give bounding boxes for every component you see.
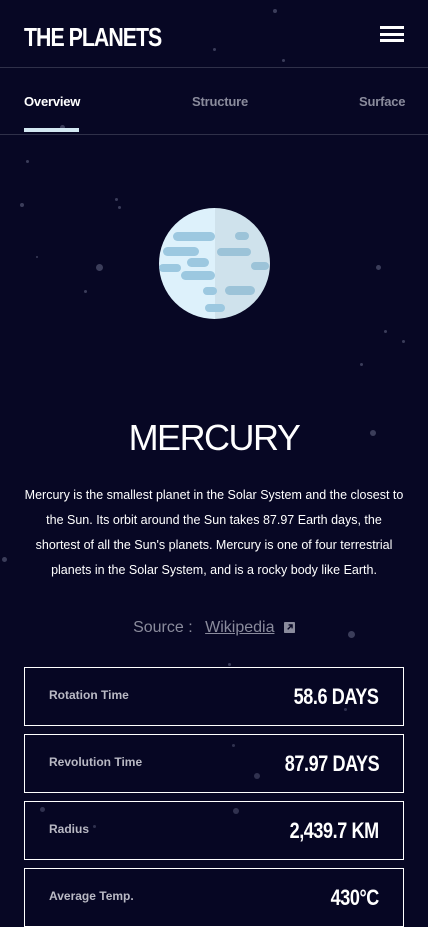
active-tab-indicator <box>24 128 79 132</box>
source-link[interactable]: Wikipedia <box>205 619 274 636</box>
source-label: Source : <box>133 619 193 636</box>
external-link-icon[interactable] <box>283 622 295 633</box>
stat-value: 58.6 DAYS <box>294 684 379 709</box>
stat-value: 87.97 DAYS <box>284 751 379 776</box>
stat-value: 2,439.7 KM <box>289 818 380 843</box>
stat-rotation-time: Rotation Time 58.6 DAYS <box>24 667 404 726</box>
source-line: Source : Wikipedia <box>0 617 428 639</box>
stat-radius: Radius 2,439.7 KM <box>24 801 404 860</box>
tab-structure[interactable]: Structure <box>192 94 248 109</box>
tab-surface[interactable]: Surface <box>359 94 405 109</box>
stat-revolution-time: Revolution Time 87.97 DAYS <box>24 734 404 793</box>
mercury-planet-icon <box>159 208 270 319</box>
stat-label: Revolution Time <box>49 755 143 769</box>
stat-value: 430°C <box>330 885 380 910</box>
hamburger-menu-icon[interactable] <box>380 26 404 42</box>
site-logo[interactable]: THE PLANETS <box>24 22 162 52</box>
stat-label: Rotation Time <box>49 688 129 702</box>
stat-label: Radius <box>49 822 90 836</box>
stat-label: Average Temp. <box>49 889 134 903</box>
stat-average-temp: Average Temp. 430°C <box>24 868 404 927</box>
planet-description: Mercury is the smallest planet in the So… <box>24 488 404 577</box>
site-header: THE PLANETS <box>0 0 428 68</box>
planet-name: MERCURY <box>128 417 301 458</box>
tab-overview[interactable]: Overview <box>24 94 80 109</box>
tab-bar: Overview Structure Surface <box>0 69 428 135</box>
